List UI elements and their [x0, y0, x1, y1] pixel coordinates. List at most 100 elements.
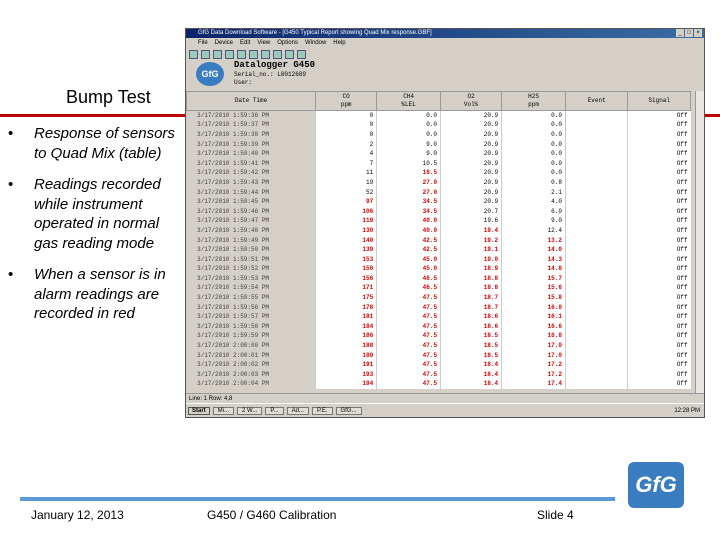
table-row[interactable]: 3/17/2010 1:59:56 PM 178 47.5 18.7 16.0 Off	[186, 302, 691, 312]
taskbar-item[interactable]: Ad...	[286, 406, 309, 415]
cell-h2s: 0.0	[501, 120, 566, 130]
cell-h2s: 15.6	[501, 283, 566, 293]
table-row[interactable]: 3/17/2010 2:00:01 PM 189 47.5 18.5 17.0 Off	[186, 350, 691, 360]
maximize-icon[interactable]: □	[685, 29, 693, 37]
table-row[interactable]: 3/17/2010 1:59:43 PM 19 27.0 20.9 0.8 Off	[186, 177, 691, 188]
vertical-scrollbar[interactable]	[695, 91, 704, 393]
cell-co: 97	[315, 196, 377, 207]
taskbar-item[interactable]: P.E.	[311, 406, 333, 415]
cell-o2: 19.0	[440, 254, 502, 264]
table-row[interactable]: 3/17/2010 1:59:41 PM 7 10.5 20.9 0.0 Off	[186, 158, 691, 169]
open-icon[interactable]	[189, 49, 198, 59]
column-header[interactable]: Signal	[627, 91, 691, 111]
table-row[interactable]: 3/17/2010 1:59:38 PM 0 0.0 20.9 0.0 Off	[186, 129, 691, 140]
cell-ch4: 42.5	[376, 235, 441, 245]
window-title: GfG Data Download Software - [G450 Typic…	[198, 30, 432, 36]
table-row[interactable]: 3/17/2010 1:59:57 PM 181 47.5 18.6 16.1 Off	[186, 311, 691, 322]
taskbar-item[interactable]: P...	[265, 406, 284, 415]
table-row[interactable]: 3/17/2010 1:59:40 PM 4 9.0 20.9 0.0 Off	[186, 148, 691, 159]
taskbar-item[interactable]: 2 W...	[237, 406, 263, 415]
table-row[interactable]: 3/17/2010 1:59:51 PM 153 45.0 19.0 14.3 Off	[186, 254, 691, 264]
table-row[interactable]: 3/17/2010 1:59:39 PM 2 9.0 20.9 0.0 Off	[186, 139, 691, 149]
minimize-icon[interactable]: _	[676, 29, 684, 37]
cell-h2s: 0.0	[501, 158, 566, 169]
table-row[interactable]: 3/17/2010 1:59:44 PM 52 27.0 20.9 2.1 Off	[186, 187, 691, 197]
cell-ch4: 47.5	[376, 369, 441, 380]
table-row[interactable]: 3/17/2010 1:59:58 PM 184 47.5 18.6 16.6 Off	[186, 321, 691, 332]
table-row[interactable]: 3/17/2010 1:59:49 PM 140 42.5 19.2 13.2 Off	[186, 235, 691, 245]
close-icon[interactable]: ×	[694, 29, 702, 37]
info-icon[interactable]	[297, 49, 306, 59]
table-row[interactable]: 3/17/2010 1:59:37 PM 0 0.0 20.9 0.0 Off	[186, 120, 691, 130]
chart-icon[interactable]	[225, 49, 234, 59]
table-row[interactable]: 3/17/2010 2:00:00 PM 188 47.5 18.5 17.0 Off	[186, 340, 691, 351]
cell-h2s: 0.0	[501, 168, 566, 178]
cell-co: 189	[315, 350, 377, 360]
cell-datetime: 3/17/2010 1:59:46 PM	[186, 206, 316, 217]
cell-event	[564, 350, 628, 360]
table-row[interactable]: 3/17/2010 1:59:54 PM 171 46.5 18.8 15.6 Off	[186, 283, 691, 293]
table-row[interactable]: 3/17/2010 1:59:46 PM 106 34.5 20.7 6.0 Off	[186, 206, 691, 217]
grid-icon[interactable]	[273, 49, 282, 59]
cell-ch4: 46.5	[376, 273, 441, 284]
column-header[interactable]: H2S ppm	[501, 91, 566, 111]
cell-o2: 20.9	[440, 129, 502, 140]
menu-window[interactable]: Window	[305, 40, 326, 46]
menu-edit[interactable]: Edit	[240, 40, 250, 46]
cell-co: 156	[315, 273, 377, 284]
print-icon[interactable]	[213, 49, 222, 59]
column-header[interactable]: CH4 %LEL	[376, 91, 442, 111]
clock: 12:28 PM	[674, 407, 700, 414]
cell-signal: Off	[627, 225, 691, 236]
taskbar-item[interactable]: Mi...	[212, 406, 235, 415]
table-icon[interactable]	[237, 49, 246, 59]
cell-event	[564, 206, 628, 217]
column-unit: ppm	[528, 101, 539, 108]
menu-file[interactable]: File	[198, 40, 208, 46]
taskbar-item[interactable]: GfG...	[335, 406, 362, 415]
table-row[interactable]: 3/17/2010 1:59:50 PM 139 42.5 19.1 14.0 Off	[186, 244, 691, 255]
cell-co: 7	[315, 158, 377, 169]
cell-datetime: 3/17/2010 1:59:44 PM	[186, 187, 316, 197]
table-row[interactable]: 3/17/2010 1:59:36 PM 0 0.0 20.9 0.0 Off	[186, 110, 691, 121]
menu-help[interactable]: Help	[333, 40, 345, 46]
cell-datetime: 3/17/2010 1:59:49 PM	[186, 235, 316, 245]
cell-co: 178	[315, 302, 377, 312]
start-button[interactable]: Start	[188, 406, 210, 415]
cell-signal: Off	[627, 369, 691, 380]
cell-signal: Off	[627, 235, 691, 245]
cell-event	[564, 254, 628, 264]
cell-h2s: 14.3	[501, 254, 566, 264]
column-header[interactable]: Date Time	[186, 91, 317, 111]
table-row[interactable]: 3/17/2010 1:59:53 PM 156 46.5 18.8 15.7 Off	[186, 273, 691, 284]
cell-signal: Off	[627, 264, 691, 274]
table-row[interactable]: 3/17/2010 1:59:52 PM 150 45.0 18.9 14.8 Off	[186, 264, 691, 274]
menu-options[interactable]: Options	[277, 40, 298, 46]
save-icon[interactable]	[201, 49, 210, 59]
cell-event	[564, 225, 628, 236]
column-header[interactable]: O2 Vol%	[440, 91, 503, 111]
table-row[interactable]: 3/17/2010 1:59:59 PM 186 47.5 18.5 16.8 Off	[186, 331, 691, 341]
table-row[interactable]: 3/17/2010 1:59:48 PM 130 40.0 19.4 12.4 Off	[186, 225, 691, 236]
columns-icon[interactable]	[249, 49, 258, 59]
list-icon[interactable]	[285, 49, 294, 59]
menu-device[interactable]: Device	[215, 40, 233, 46]
cell-h2s: 13.2	[501, 235, 566, 245]
column-header[interactable]: CO ppm	[315, 91, 378, 111]
table-row[interactable]: 3/17/2010 1:59:42 PM 11 18.5 20.9 0.0 Off	[186, 168, 691, 178]
cell-signal: Off	[627, 187, 691, 197]
cell-co: 150	[315, 264, 377, 274]
table-row[interactable]: 3/17/2010 1:59:45 PM 97 34.5 20.9 4.0 Off	[186, 196, 691, 207]
menu-view[interactable]: View	[257, 40, 270, 46]
cell-datetime: 3/17/2010 1:59:43 PM	[186, 177, 316, 188]
table-row[interactable]: 3/17/2010 1:59:47 PM 119 40.0 19.6 9.0 Off	[186, 216, 691, 226]
table-row[interactable]: 3/17/2010 2:00:04 PM 194 47.5 18.4 17.4 Off	[186, 379, 691, 389]
table-row[interactable]: 3/17/2010 1:59:55 PM 175 47.5 18.7 15.8 Off	[186, 292, 691, 303]
table-row[interactable]: 3/17/2010 2:00:03 PM 193 47.5 18.4 17.2 Off	[186, 369, 691, 380]
export-icon[interactable]	[261, 49, 270, 59]
column-header[interactable]: Event	[564, 91, 629, 111]
bullet-list: • Response of sensors to Quad Mix (table)…	[6, 124, 184, 336]
table-row[interactable]: 3/17/2010 2:00:02 PM 191 47.5 18.4 17.2 Off	[186, 359, 691, 370]
menu-bar: File Device Edit View Options Window Help	[186, 38, 704, 48]
cell-o2: 18.8	[440, 273, 502, 284]
